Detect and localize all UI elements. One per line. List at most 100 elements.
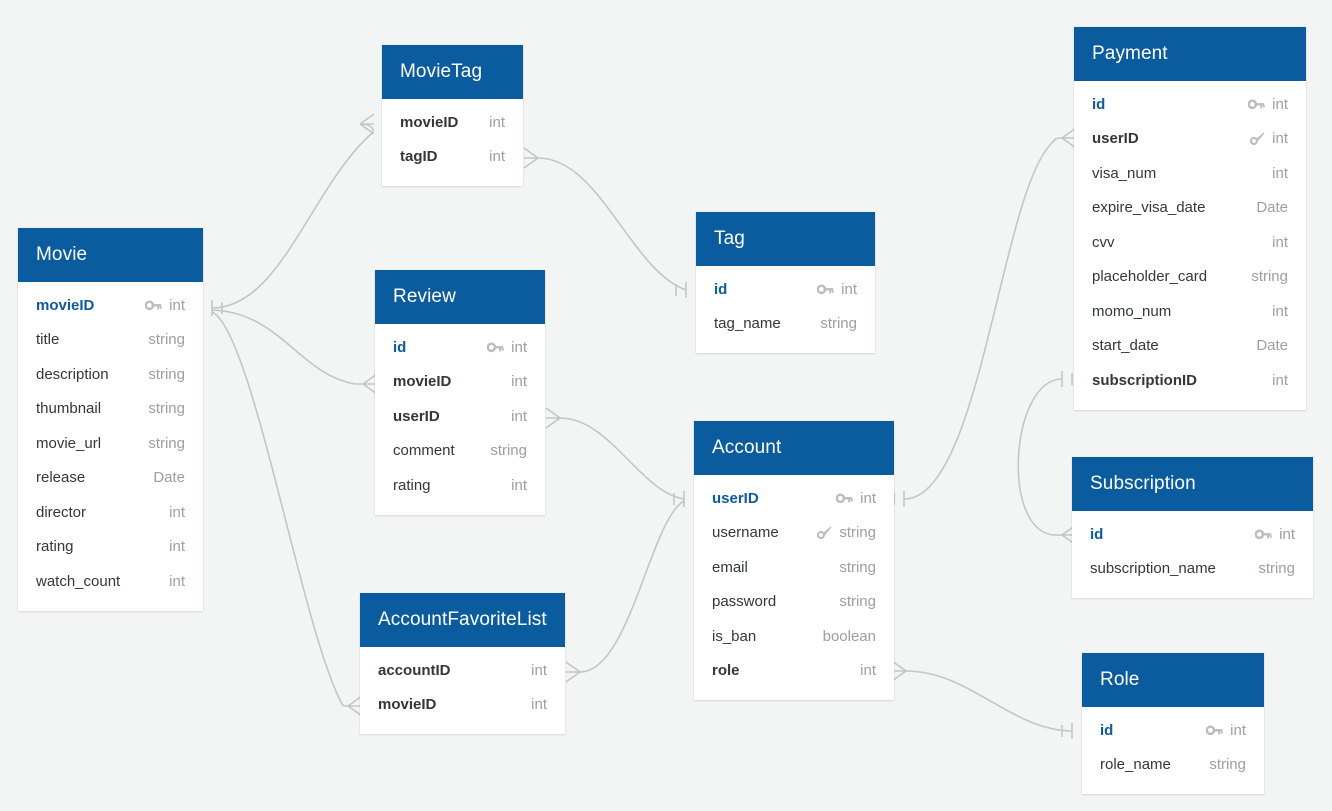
attribute-type: int bbox=[511, 407, 527, 425]
attribute-row[interactable]: description string bbox=[18, 357, 203, 392]
attribute-row[interactable]: id int bbox=[1072, 517, 1313, 552]
attribute-row[interactable]: password string bbox=[694, 585, 894, 620]
entity-movie[interactable]: Movie movieID int title string description str… bbox=[18, 228, 203, 611]
entity-review[interactable]: Review id int movieID int userID int comment str… bbox=[375, 270, 545, 515]
attribute-type: int bbox=[169, 538, 185, 556]
attribute-type: int bbox=[489, 148, 505, 166]
attribute-name: accountID bbox=[378, 661, 451, 679]
attribute-row[interactable]: id int bbox=[375, 330, 545, 365]
attribute-row[interactable]: subscriptionID int bbox=[1074, 363, 1306, 398]
attribute-row[interactable]: role int bbox=[694, 654, 894, 689]
attribute-row[interactable]: tagID int bbox=[382, 140, 523, 175]
attribute-row[interactable]: email string bbox=[694, 550, 894, 585]
attribute-name: tagID bbox=[400, 148, 438, 166]
attribute-type: int bbox=[1272, 164, 1288, 182]
entity-account[interactable]: Account userID int username string email strin… bbox=[694, 421, 894, 700]
attribute-row[interactable]: movieID int bbox=[375, 365, 545, 400]
attribute-type: int bbox=[1272, 302, 1288, 320]
attribute-type: string bbox=[148, 365, 185, 383]
entity-title-account: Account bbox=[694, 421, 894, 475]
attribute-type: int bbox=[1272, 95, 1288, 113]
attribute-row[interactable]: watch_count int bbox=[18, 564, 203, 599]
attribute-type: Date bbox=[1256, 337, 1288, 355]
attribute-name: rating bbox=[36, 538, 74, 556]
entity-attributes-payment: id int userID int visa_num int expire_visa_dat… bbox=[1074, 81, 1306, 410]
attribute-row[interactable]: visa_num int bbox=[1074, 156, 1306, 191]
attribute-type: string bbox=[148, 434, 185, 452]
entity-movietag[interactable]: MovieTag movieID int tagID int bbox=[382, 45, 523, 186]
attribute-row[interactable]: movieID int bbox=[360, 688, 565, 723]
attribute-row[interactable]: start_date Date bbox=[1074, 329, 1306, 364]
attribute-row[interactable]: id int bbox=[1082, 713, 1264, 748]
attribute-type: int bbox=[511, 338, 527, 356]
edge-review-account bbox=[545, 407, 685, 507]
attribute-name: username bbox=[712, 524, 779, 542]
attribute-row[interactable]: id int bbox=[696, 272, 875, 307]
entity-attributes-review: id int movieID int userID int comment string rat… bbox=[375, 324, 545, 515]
attribute-row[interactable]: placeholder_card string bbox=[1074, 260, 1306, 295]
attribute-name: comment bbox=[393, 442, 455, 460]
edge-movie-movietag bbox=[211, 113, 375, 316]
attribute-row[interactable]: role_name string bbox=[1082, 748, 1264, 783]
attribute-row[interactable]: movieID int bbox=[382, 105, 523, 140]
attribute-row[interactable]: tag_name string bbox=[696, 307, 875, 342]
attribute-row[interactable]: comment string bbox=[375, 434, 545, 469]
attribute-name: momo_num bbox=[1092, 302, 1172, 320]
attribute-type: string bbox=[1209, 756, 1246, 774]
attribute-row[interactable]: userID int bbox=[1074, 122, 1306, 157]
attribute-row[interactable]: username string bbox=[694, 516, 894, 551]
wrench-icon bbox=[1250, 132, 1265, 146]
wrench-icon bbox=[817, 526, 832, 540]
entity-role[interactable]: Role id int role_name string bbox=[1082, 653, 1264, 794]
attribute-row[interactable]: is_ban boolean bbox=[694, 619, 894, 654]
entity-title-movietag: MovieTag bbox=[382, 45, 523, 99]
entity-title-review: Review bbox=[375, 270, 545, 324]
attribute-name: subscription_name bbox=[1090, 560, 1216, 578]
entity-title-payment: Payment bbox=[1074, 27, 1306, 81]
attribute-name: id bbox=[1090, 525, 1104, 543]
attribute-type: int bbox=[489, 113, 505, 131]
entity-attributes-subscription: id int subscription_name string bbox=[1072, 511, 1313, 598]
attribute-name: description bbox=[36, 365, 109, 383]
entity-accountfavoritelist[interactable]: AccountFavoriteList accountID int movieID in… bbox=[360, 593, 565, 734]
key-icon bbox=[1255, 528, 1272, 541]
attribute-row[interactable]: cvv int bbox=[1074, 225, 1306, 260]
attribute-name: movieID bbox=[393, 373, 452, 391]
attribute-name: title bbox=[36, 331, 60, 349]
attribute-row[interactable]: rating int bbox=[375, 468, 545, 503]
entity-title-subscription: Subscription bbox=[1072, 457, 1313, 511]
attribute-row[interactable]: userID int bbox=[694, 481, 894, 516]
attribute-type: string bbox=[1251, 268, 1288, 286]
attribute-row[interactable]: movieID int bbox=[18, 288, 203, 323]
attribute-type: int bbox=[1272, 371, 1288, 389]
attribute-row[interactable]: momo_num int bbox=[1074, 294, 1306, 329]
attribute-type: string bbox=[839, 524, 876, 542]
attribute-row[interactable]: subscription_name string bbox=[1072, 552, 1313, 587]
attribute-row[interactable]: thumbnail string bbox=[18, 392, 203, 427]
attribute-name: id bbox=[1092, 95, 1106, 113]
attribute-row[interactable]: release Date bbox=[18, 461, 203, 496]
key-icon bbox=[1206, 724, 1223, 737]
attribute-row[interactable]: rating int bbox=[18, 530, 203, 565]
attribute-row[interactable]: title string bbox=[18, 323, 203, 358]
attribute-row[interactable]: userID int bbox=[375, 399, 545, 434]
attribute-type: int bbox=[169, 296, 185, 314]
entity-subscription[interactable]: Subscription id int subscription_name string bbox=[1072, 457, 1313, 598]
attribute-type: int bbox=[531, 661, 547, 679]
entity-attributes-accountfavoritelist: accountID int movieID int bbox=[360, 647, 565, 734]
attribute-row[interactable]: id int bbox=[1074, 87, 1306, 122]
attribute-row[interactable]: accountID int bbox=[360, 653, 565, 688]
attribute-row[interactable]: director int bbox=[18, 495, 203, 530]
entity-tag[interactable]: Tag id int tag_name string bbox=[696, 212, 875, 353]
entity-payment[interactable]: Payment id int userID int visa_num int expire_v… bbox=[1074, 27, 1306, 410]
attribute-row[interactable]: expire_visa_date Date bbox=[1074, 191, 1306, 226]
attribute-row[interactable]: movie_url string bbox=[18, 426, 203, 461]
attribute-name: rating bbox=[393, 476, 431, 494]
attribute-name: movieID bbox=[36, 296, 95, 314]
attribute-name: thumbnail bbox=[36, 400, 102, 418]
attribute-type: int bbox=[1279, 525, 1295, 543]
entity-attributes-movie: movieID int title string description string th… bbox=[18, 282, 203, 611]
attribute-name: password bbox=[712, 593, 777, 611]
attribute-name: cvv bbox=[1092, 233, 1115, 251]
attribute-name: email bbox=[712, 558, 748, 576]
